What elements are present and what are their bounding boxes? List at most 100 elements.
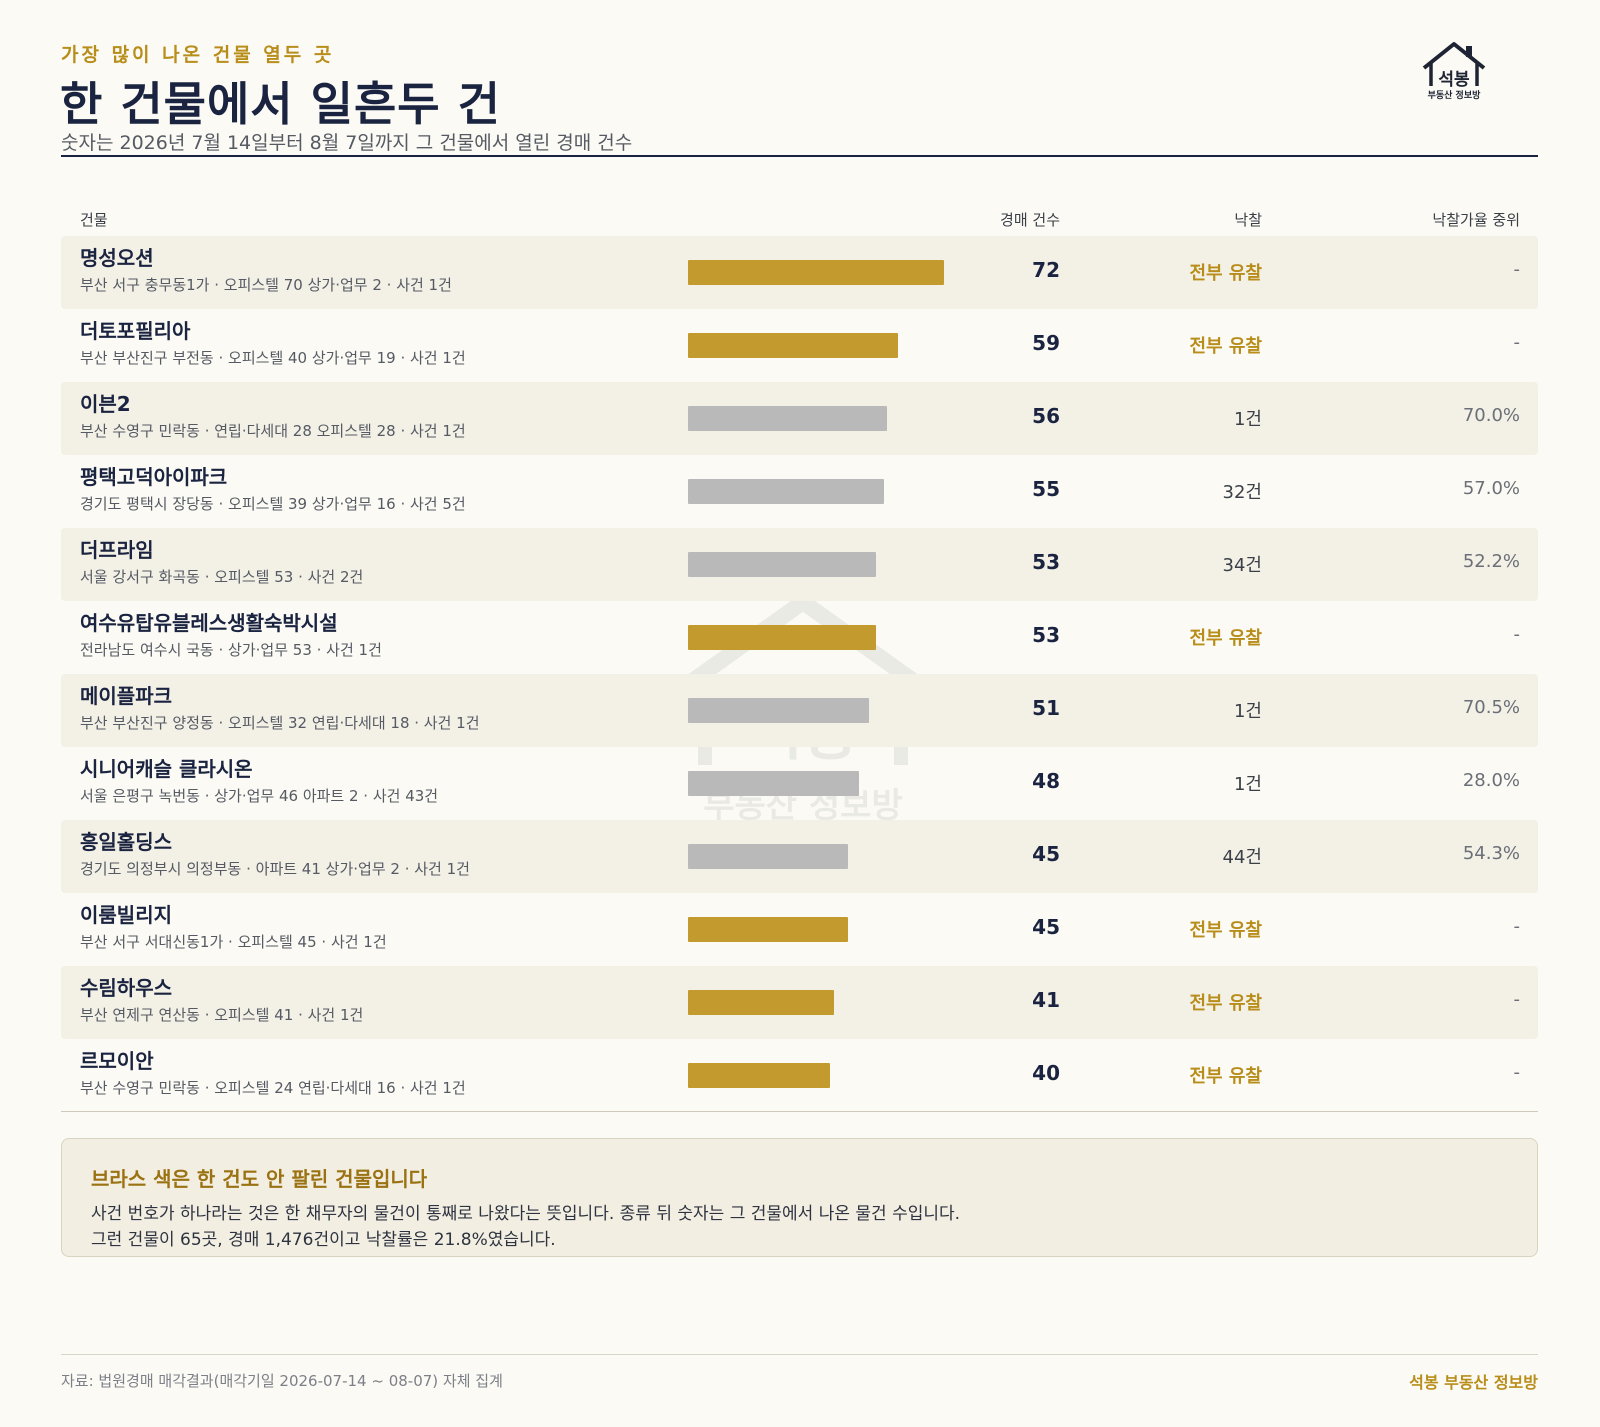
building-meta: 부산 수영구 민락동 · 오피스텔 24 연립·다세대 16 · 사건 1건	[80, 1079, 466, 1097]
median-rate: 57.0%	[1462, 478, 1520, 499]
median-rate: -	[1513, 624, 1521, 645]
median-rate: 70.5%	[1462, 697, 1520, 718]
count-bar	[688, 333, 898, 358]
table-row: 여수유탑유블레스생활숙박시설전라남도 여수시 국동 · 상가·업무 53 · 사…	[61, 601, 1538, 674]
median-rate: 54.3%	[1462, 843, 1520, 864]
building-name: 더토포필리아	[80, 319, 191, 343]
column-header-building: 건물	[80, 211, 108, 229]
auction-count: 53	[1032, 550, 1060, 574]
column-header-median: 낙찰가율 중위	[1432, 211, 1520, 229]
subtitle: 숫자는 2026년 7월 14일부터 8월 7일까지 그 건물에서 열린 경매 …	[61, 132, 633, 154]
count-bar	[688, 260, 944, 285]
table-row: 더토포필리아부산 부산진구 부전동 · 오피스텔 40 상가·업무 19 · 사…	[61, 309, 1538, 382]
auction-count: 41	[1032, 988, 1060, 1012]
sold-count: 전부 유찰	[1189, 263, 1262, 284]
auction-count: 48	[1032, 769, 1060, 793]
footer-brand: 석봉 부동산 정보방	[1409, 1373, 1538, 1392]
auction-count: 55	[1032, 477, 1060, 501]
count-bar	[688, 552, 876, 577]
median-rate: -	[1513, 259, 1521, 280]
count-bar	[688, 698, 869, 723]
building-meta: 서울 은평구 녹번동 · 상가·업무 46 아파트 2 · 사건 43건	[80, 787, 439, 805]
table-divider	[61, 1111, 1538, 1112]
median-rate: -	[1513, 332, 1521, 353]
logo: 석봉 부동산 정보방	[1418, 38, 1490, 104]
count-bar	[688, 479, 884, 504]
median-rate: 70.0%	[1462, 405, 1520, 426]
sold-count: 1건	[1233, 409, 1262, 430]
building-meta: 부산 부산진구 양정동 · 오피스텔 32 연립·다세대 18 · 사건 1건	[80, 714, 480, 732]
building-name: 이븐2	[80, 392, 131, 416]
building-meta: 경기도 의정부시 의정부동 · 아파트 41 상가·업무 2 · 사건 1건	[80, 860, 470, 878]
median-rate: -	[1513, 1062, 1521, 1083]
sold-count: 전부 유찰	[1189, 628, 1262, 649]
building-name: 시니어캐슬 클라시온	[80, 757, 253, 781]
count-bar	[688, 1063, 830, 1088]
sold-count: 전부 유찰	[1189, 1066, 1262, 1087]
median-rate: 28.0%	[1462, 770, 1520, 791]
table-row: 더프라임 서울 강서구 화곡동 · 오피스텔 53 · 사건 2건 53 34건 52.…	[61, 528, 1538, 601]
auction-count: 40	[1032, 1061, 1060, 1085]
table-row: 수림하우스부산 연제구 연산동 · 오피스텔 41 · 사건 1건 41 전부 유찰…	[61, 966, 1538, 1039]
sold-count: 32건	[1222, 482, 1262, 503]
sold-count: 1건	[1233, 701, 1262, 722]
building-meta: 부산 연제구 연산동 · 오피스텔 41 · 사건 1건	[80, 1006, 364, 1024]
building-meta: 부산 부산진구 부전동 · 오피스텔 40 상가·업무 19 · 사건 1건	[80, 349, 466, 367]
median-rate: -	[1513, 989, 1521, 1010]
building-name: 르모이안	[80, 1049, 154, 1073]
building-name: 여수유탑유블레스생활숙박시설	[80, 611, 338, 635]
building-meta: 경기도 평택시 장당동 · 오피스텔 39 상가·업무 16 · 사건 5건	[80, 495, 466, 513]
table-row: 평택고덕아이파크 경기도 평택시 장당동 · 오피스텔 39 상가·업무 16 ·…	[61, 455, 1538, 528]
chart-table: 명성오션 부산 서구 충무동1가 · 오피스텔 70 상가·업무 2 · 사건 1…	[61, 236, 1538, 1112]
table-row: 르모이안부산 수영구 민락동 · 오피스텔 24 연립·다세대 16 · 사건 …	[61, 1039, 1538, 1112]
sold-count: 전부 유찰	[1189, 336, 1262, 357]
logo-subtitle: 부동산 정보방	[1427, 91, 1481, 101]
footer-source: 자료: 법원경매 매각결과(매각기일 2026-07-14 ~ 08-07) 자…	[61, 1372, 503, 1390]
table-row: 이븐2 부산 수영구 민락동 · 연립·다세대 28 오피스텔 28 · 사건 1…	[61, 382, 1538, 455]
footer-divider	[61, 1354, 1538, 1355]
auction-count: 53	[1032, 623, 1060, 647]
table-row: 흥일홀딩스경기도 의정부시 의정부동 · 아파트 41 상가·업무 2 · 사건…	[61, 820, 1538, 893]
sold-count: 44건	[1222, 847, 1262, 868]
table-row: 메이플파크부산 부산진구 양정동 · 오피스텔 32 연립·다세대 18 · 사…	[61, 674, 1538, 747]
building-meta: 전라남도 여수시 국동 · 상가·업무 53 · 사건 1건	[80, 641, 382, 659]
count-bar	[688, 771, 859, 796]
table-row: 시니어캐슬 클라시온서울 은평구 녹번동 · 상가·업무 46 아파트 2 · …	[61, 747, 1538, 820]
count-bar	[688, 406, 887, 431]
building-name: 수림하우스	[80, 976, 172, 1000]
auction-count: 45	[1032, 842, 1060, 866]
auction-count: 56	[1032, 404, 1060, 428]
note-line-2: 그런 건물이 65곳, 경매 1,476건이고 낙찰률은 21.8%였습니다.	[91, 1230, 556, 1250]
auction-count: 45	[1032, 915, 1060, 939]
note-line-1: 사건 번호가 하나라는 것은 한 채무자의 물건이 통째로 나왔다는 뜻입니다.…	[91, 1204, 961, 1224]
auction-count: 51	[1032, 696, 1060, 720]
auction-count: 59	[1032, 331, 1060, 355]
auction-count: 72	[1032, 258, 1060, 282]
count-bar	[688, 844, 848, 869]
building-meta: 부산 수영구 민락동 · 연립·다세대 28 오피스텔 28 · 사건 1건	[80, 422, 466, 440]
header-divider	[61, 155, 1538, 157]
building-name: 흥일홀딩스	[80, 830, 172, 854]
table-row: 명성오션 부산 서구 충무동1가 · 오피스텔 70 상가·업무 2 · 사건 1…	[61, 236, 1538, 309]
note-title: 브라스 색은 한 건도 안 팔린 건물입니다	[91, 1167, 428, 1191]
sold-count: 전부 유찰	[1189, 920, 1262, 941]
building-name: 메이플파크	[80, 684, 172, 708]
count-bar	[688, 917, 848, 942]
column-header-sold: 낙찰	[1234, 211, 1262, 229]
sold-count: 전부 유찰	[1189, 993, 1262, 1014]
sold-count: 1건	[1233, 774, 1262, 795]
logo-name: 석봉	[1438, 70, 1470, 90]
page-title: 한 건물에서 일흔두 건	[60, 77, 501, 131]
column-header-count: 경매 건수	[1000, 211, 1060, 229]
table-row: 이룸빌리지부산 서구 서대신동1가 · 오피스텔 45 · 사건 1건 45 전부 …	[61, 893, 1538, 966]
median-rate: 52.2%	[1462, 551, 1520, 572]
building-name: 이룸빌리지	[80, 903, 172, 927]
building-meta: 부산 서구 서대신동1가 · 오피스텔 45 · 사건 1건	[80, 933, 387, 951]
note-box: 브라스 색은 한 건도 안 팔린 건물입니다 사건 번호가 하나라는 것은 한 …	[61, 1138, 1538, 1257]
count-bar	[688, 625, 876, 650]
building-meta: 서울 강서구 화곡동 · 오피스텔 53 · 사건 2건	[80, 568, 364, 586]
building-name: 명성오션	[80, 246, 154, 270]
median-rate: -	[1513, 916, 1521, 937]
building-name: 더프라임	[80, 538, 154, 562]
count-bar	[688, 990, 834, 1015]
